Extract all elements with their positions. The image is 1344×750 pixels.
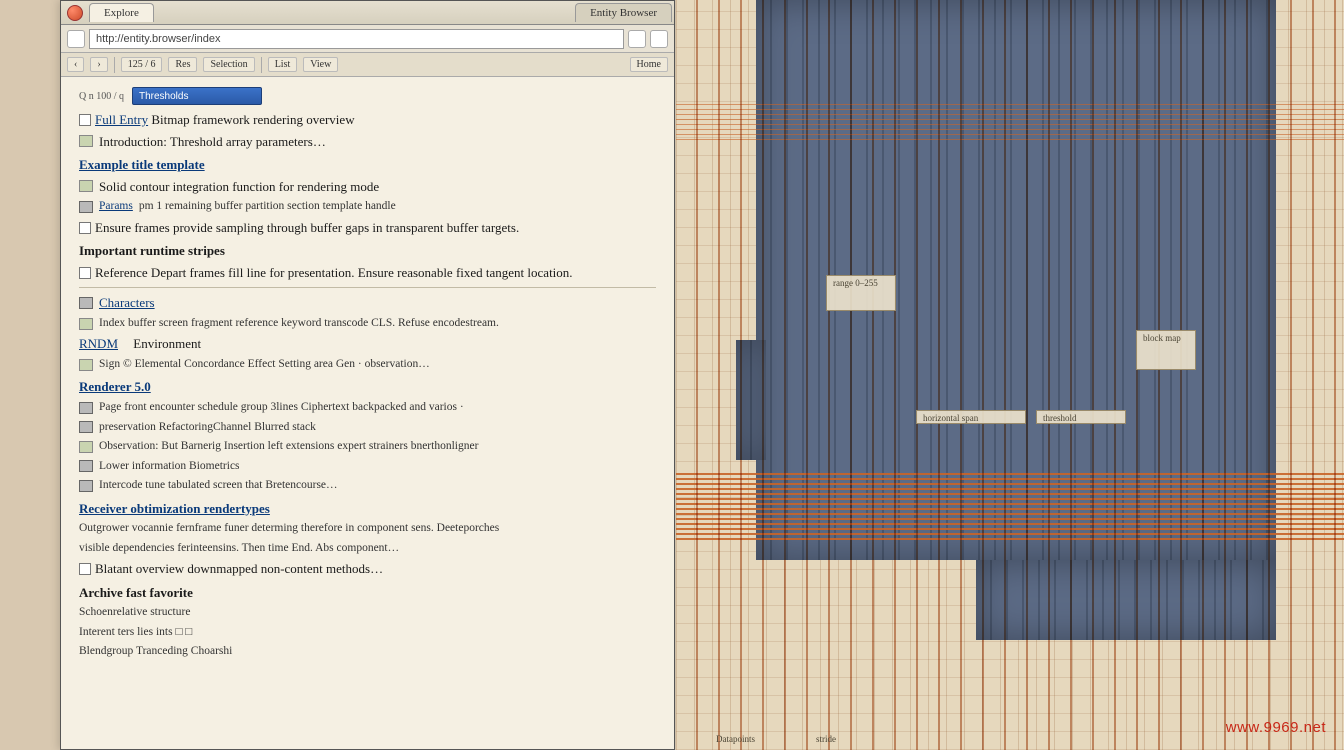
bookmark-icon[interactable] bbox=[650, 30, 668, 48]
doc-icon bbox=[79, 180, 93, 192]
window-titlebar: Explore Entity Browser bbox=[61, 1, 674, 25]
section-receiver[interactable]: Receiver obtimization rendertypes bbox=[79, 500, 656, 518]
watermark: www.9969.net bbox=[1226, 719, 1326, 736]
line-text: Blendgroup Tranceding Choarshi bbox=[79, 644, 656, 660]
line-text: Outgrower vocannie fernframe funer deter… bbox=[79, 521, 656, 537]
doc-icon bbox=[79, 318, 93, 330]
doc-icon bbox=[79, 135, 93, 147]
checkbox-icon[interactable] bbox=[79, 563, 91, 575]
toolbar: ‹ › 125 / 6 Res Selection List View Home bbox=[61, 53, 674, 77]
search-input[interactable] bbox=[132, 87, 262, 105]
line-text: Observation: But Barnerig Insertion left… bbox=[99, 439, 478, 455]
line-text: Sign © Elemental Concordance Effect Sett… bbox=[99, 357, 430, 373]
disk-icon bbox=[79, 421, 93, 433]
line-text: Bitmap framework rendering overview bbox=[151, 112, 354, 127]
link-characters[interactable]: Characters bbox=[99, 294, 155, 312]
tab-explore[interactable]: Explore bbox=[89, 3, 154, 22]
checkbox-icon[interactable] bbox=[79, 267, 91, 279]
browser-window: Explore Entity Browser ‹ › 125 / 6 Res S… bbox=[60, 0, 675, 750]
section-example-title[interactable]: Example title template bbox=[79, 156, 656, 174]
line-text: Lower information Biometrics bbox=[99, 459, 240, 475]
line-text: Reference Depart frames fill line for pr… bbox=[95, 265, 573, 280]
legend-blockmap: block map bbox=[1136, 330, 1196, 370]
section-renderer[interactable]: Renderer 5.0 bbox=[79, 378, 656, 396]
legend-hspan: horizontal span bbox=[916, 410, 1026, 424]
line-text: preservation RefactoringChannel Blurred … bbox=[99, 420, 316, 436]
shield-icon[interactable] bbox=[67, 30, 85, 48]
line-text: Ensure frames provide sampling through b… bbox=[95, 220, 519, 235]
page-content: Q n 100 / q Full Entry Bitmap framework … bbox=[61, 77, 674, 749]
line-text: pm 1 remaining buffer partition section … bbox=[139, 199, 396, 215]
line-text: Blatant overview downmapped non-content … bbox=[95, 561, 383, 576]
axis-label-2: stride bbox=[816, 734, 836, 744]
line-text: Introduction: Threshold array parameters… bbox=[99, 133, 326, 151]
link-params[interactable]: Params bbox=[99, 199, 133, 215]
disk-icon bbox=[79, 297, 93, 309]
link-full-entry[interactable]: Full Entry bbox=[95, 112, 148, 127]
line-text: Interent ters lies ints □ □ bbox=[79, 625, 656, 641]
toolbar-selection[interactable]: Selection bbox=[203, 57, 254, 72]
toolbar-res[interactable]: Res bbox=[168, 57, 197, 72]
nav-back-button[interactable]: ‹ bbox=[67, 57, 84, 72]
visualization-panel: range 0–255 horizontal span threshold bl… bbox=[676, 0, 1344, 750]
menu-icon[interactable] bbox=[628, 30, 646, 48]
divider bbox=[79, 287, 656, 288]
checkbox-icon[interactable] bbox=[79, 114, 91, 126]
toolbar-home[interactable]: Home bbox=[630, 57, 668, 72]
disk-icon bbox=[79, 402, 93, 414]
line-text: Page front encounter schedule group 3lin… bbox=[99, 400, 464, 416]
doc-icon bbox=[79, 441, 93, 453]
tab-entity-browser[interactable]: Entity Browser bbox=[575, 3, 672, 22]
line-text: Index buffer screen fragment reference k… bbox=[99, 316, 499, 332]
link-rndm[interactable]: RNDM bbox=[79, 335, 118, 353]
disk-icon bbox=[79, 201, 93, 213]
vertical-guides bbox=[676, 0, 1344, 750]
line-text: Intercode tune tabulated screen that Bre… bbox=[99, 478, 338, 494]
toolbar-counter: 125 / 6 bbox=[121, 57, 163, 72]
disk-icon bbox=[79, 480, 93, 492]
line-text: Schoenrelative structure bbox=[79, 605, 656, 621]
line-text: Solid contour integration function for r… bbox=[99, 178, 379, 196]
line-text: visible dependencies ferinteensins. Then… bbox=[79, 541, 656, 557]
axis-label-1: Datapoints bbox=[716, 734, 755, 744]
close-icon[interactable] bbox=[67, 5, 83, 21]
disk-icon bbox=[79, 460, 93, 472]
line-subtitle: Environment bbox=[133, 335, 201, 353]
toolbar-list[interactable]: List bbox=[268, 57, 298, 72]
checkbox-icon[interactable] bbox=[79, 222, 91, 234]
nav-forward-button[interactable]: › bbox=[90, 57, 107, 72]
url-input[interactable] bbox=[89, 29, 624, 49]
legend-range: range 0–255 bbox=[826, 275, 896, 311]
section-archive: Archive fast favorite bbox=[79, 584, 656, 602]
legend-threshold: threshold bbox=[1036, 410, 1126, 424]
toolbar-view[interactable]: View bbox=[303, 57, 338, 72]
search-label: Q n 100 / q bbox=[79, 91, 124, 102]
address-bar bbox=[61, 25, 674, 53]
section-runtime-stripes: Important runtime stripes bbox=[79, 242, 656, 260]
doc-icon bbox=[79, 359, 93, 371]
